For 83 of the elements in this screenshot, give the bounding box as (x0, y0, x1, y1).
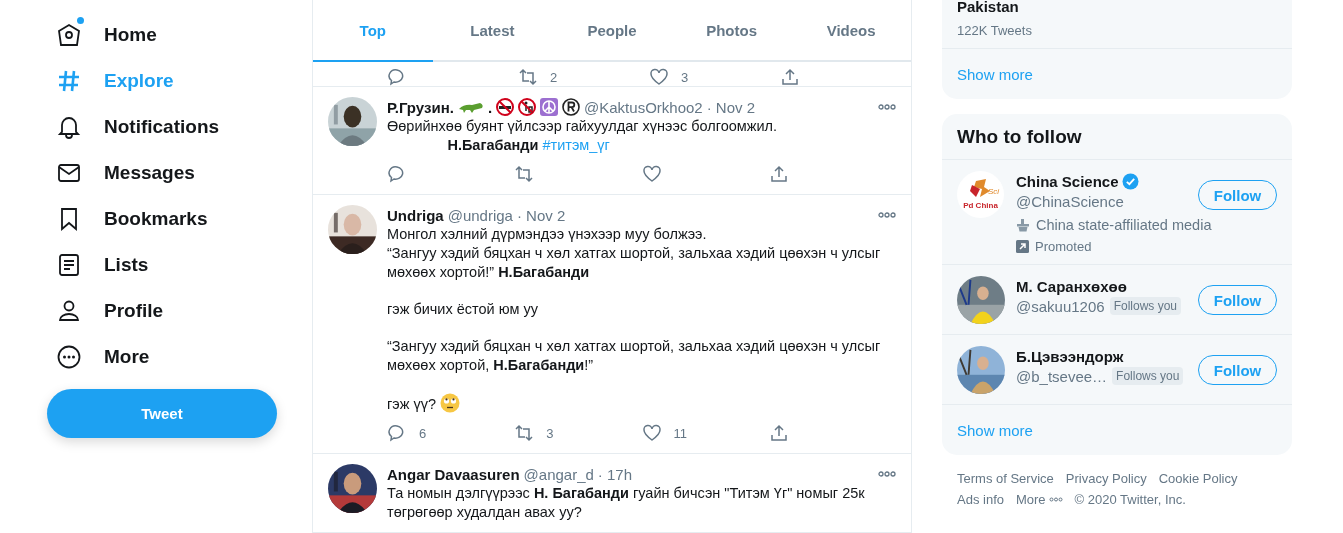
registered-icon (562, 98, 581, 116)
retweet-icon[interactable] (514, 423, 535, 443)
heart-icon[interactable] (649, 67, 669, 86)
tweet-text: Өөрийнхөө буянт үйлсээр гайхуулдаг хүнээс болгоомжил. Н.Багабанди #титэм_үг (387, 117, 779, 155)
nav-item[interactable]: More (47, 334, 277, 380)
follows-you-badge: Follows you (1112, 367, 1184, 385)
home-icon (56, 22, 82, 48)
person-icon (56, 298, 82, 324)
share-icon[interactable] (768, 423, 789, 443)
heart-icon[interactable] (641, 164, 662, 184)
heart-icon[interactable] (641, 423, 662, 443)
account-name: China Science (1016, 172, 1119, 190)
tab[interactable]: Latest (432, 0, 553, 62)
footer-link[interactable]: Terms of Service (957, 471, 1054, 486)
more-options-icon[interactable] (878, 212, 896, 218)
more-options-icon[interactable] (878, 471, 896, 477)
no-smoking-icon (496, 98, 515, 116)
tab[interactable]: People (552, 0, 672, 62)
tweet-time: · 17h (597, 465, 633, 483)
trend-name[interactable]: Pakistan (957, 0, 1277, 14)
author-name: Angar Davaasuren (387, 465, 520, 483)
share-icon[interactable] (780, 67, 800, 86)
name-punctuation: . (487, 98, 493, 116)
logo: Sci Pd China (957, 171, 1004, 218)
tab[interactable]: Videos (791, 0, 911, 62)
nav-item[interactable]: Home (47, 12, 277, 58)
podium-icon (1016, 218, 1030, 232)
more-dots-icon (1048, 497, 1063, 502)
author-name: Р.Грузин. (387, 98, 454, 116)
peace-icon (540, 98, 559, 116)
copyright-text: © 2020 Twitter, Inc. (1074, 492, 1186, 507)
retweet-count: 3 (546, 425, 554, 441)
footer-link[interactable]: Cookie Policy (1158, 471, 1238, 486)
reply-count: 6 (419, 425, 427, 441)
promoted-icon (1016, 240, 1029, 253)
show-more-link[interactable]: Show more (957, 421, 1033, 439)
nav-item[interactable]: Messages (47, 150, 277, 196)
handle: @KaktusOrkhoo2 (584, 98, 703, 116)
tweet-time: · Nov 2 (516, 206, 566, 224)
retweet-count: 2 (550, 70, 558, 84)
tweet-count: 122K Tweets (957, 23, 1033, 38)
like-count: 11 (673, 425, 687, 441)
follows-you-badge: Follows you (1109, 297, 1181, 315)
nav-item[interactable]: Lists (47, 242, 277, 288)
footer-link[interactable]: Privacy Policy (1065, 471, 1147, 486)
like-count: 3 (681, 70, 689, 84)
tweet-button[interactable]: Tweet (47, 389, 277, 438)
handle: @undriga (447, 206, 513, 224)
account-name: М. Саранхөхөө (1016, 277, 1127, 295)
retweet-icon[interactable] (514, 164, 535, 184)
retweet-icon[interactable] (518, 67, 538, 86)
bell-icon (56, 114, 82, 140)
account-handle: @ChinaScience (1016, 192, 1124, 210)
tab[interactable]: Top (313, 0, 433, 62)
card-title: Who to follow (942, 114, 1292, 160)
account-handle: @sakuu1206 (1016, 297, 1105, 315)
more-icon (56, 344, 82, 370)
more-options-icon[interactable] (878, 104, 896, 110)
promoted-label: Promoted (1035, 239, 1092, 254)
footer-link[interactable]: Ads info (957, 492, 1004, 507)
affiliation-label: China state-affiliated media (1036, 217, 1212, 233)
tweet-time: · Nov 2 (706, 98, 756, 116)
tweet-text: Та номын дэлгүүрээс Н. Багабанди гуайн бичсэн "Титэм Үг" номыг 25к төгрөгөөр худалдан авах уу? (387, 484, 866, 522)
nav-item[interactable]: Notifications (47, 104, 277, 150)
share-icon[interactable] (768, 164, 789, 184)
hashtag-icon (56, 68, 82, 94)
author-name: Undriga (387, 206, 444, 224)
tweet-text: гэж бичих ёстой юм уу (387, 300, 539, 319)
show-more-link[interactable]: Show more (957, 65, 1033, 83)
no-littering-icon (518, 98, 537, 116)
tab[interactable]: Photos (671, 0, 792, 62)
footer-link[interactable]: More (1016, 492, 1063, 507)
nav-item[interactable]: Profile (47, 288, 277, 334)
nav-item[interactable]: Explore (47, 58, 277, 104)
tweet-text: гэж үү? (387, 393, 896, 414)
hashtag-link[interactable]: #титэм_үг (542, 137, 610, 153)
tweet-text: Монгол хэлний дүрмэндээ үнэхээр муу болжээ. “Зангуу хэдий бяцхан ч хөл хатгах шортой, зальхаа хэдий цөөхэн ч улсыг мөхөөх хортой!” Н.Багабанди (387, 225, 882, 282)
account-name: Б.Цэвээндорж (1016, 347, 1124, 365)
list-icon (56, 252, 82, 278)
tweet-text: “Зангуу хэдий бяцхан ч хөл хатгах шортой, зальхаа хэдий цөөхэн ч улсыг мөхөөх хортой, Н.Багабанди!” (387, 337, 882, 375)
handle: @angar_d (523, 465, 594, 483)
nav-item[interactable]: Bookmarks (47, 196, 277, 242)
account-handle: @b_tsevee… (1016, 367, 1108, 385)
